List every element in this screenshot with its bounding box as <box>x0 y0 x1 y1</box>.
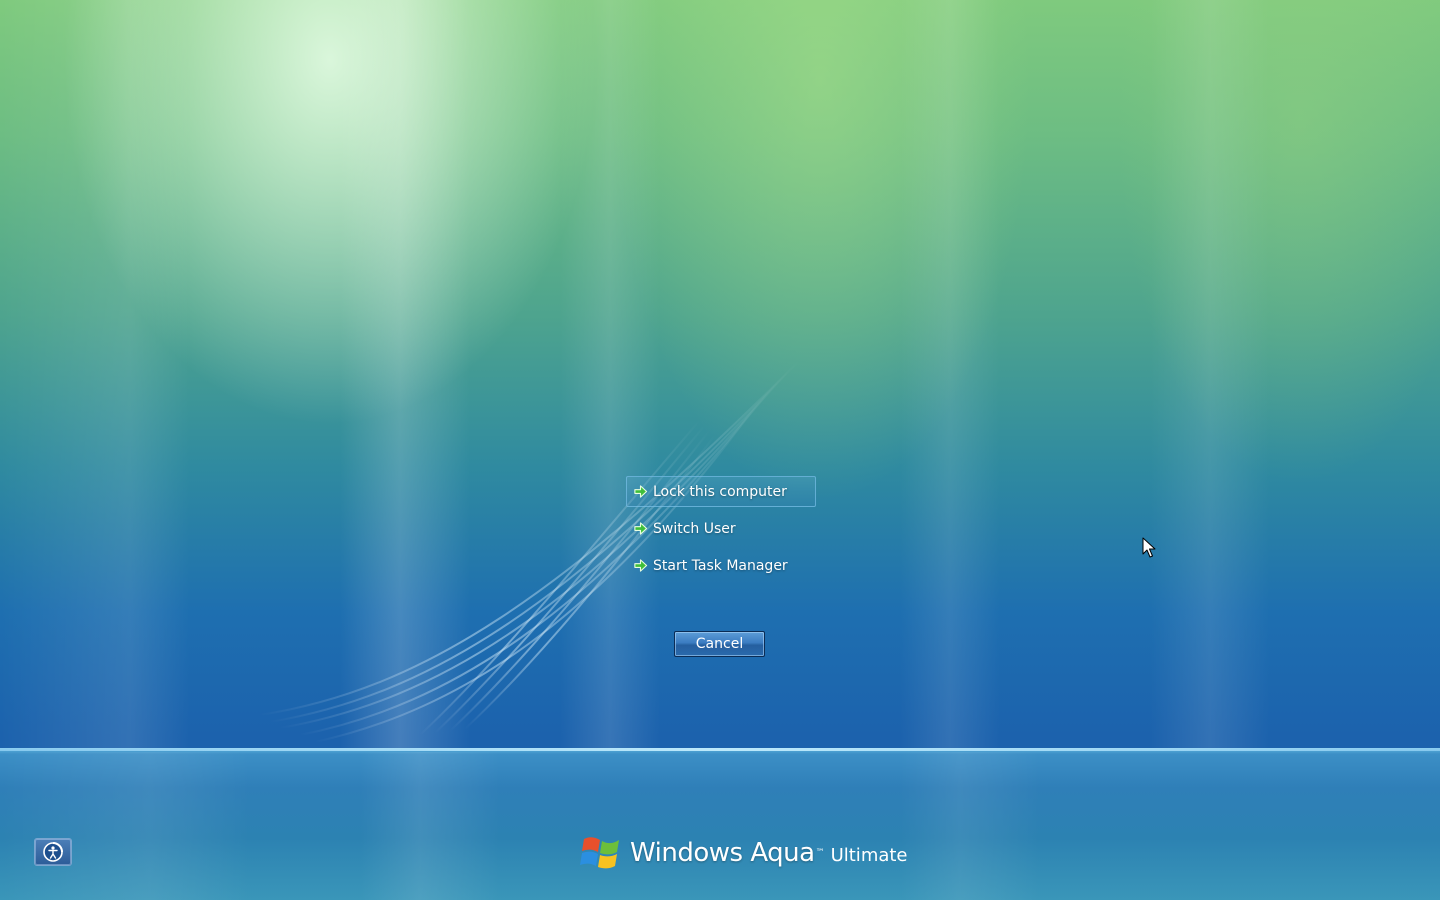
brand-name: Windows Aqua <box>630 838 815 868</box>
start-task-manager-option[interactable]: Start Task Manager <box>626 550 816 581</box>
security-options-menu: Lock this computer Switch User Start Tas… <box>626 476 816 587</box>
windows-branding: Windows Aqua ™ Ultimate <box>580 830 908 876</box>
start-task-manager-label: Start Task Manager <box>653 557 788 574</box>
windows-flag-icon <box>580 837 619 869</box>
floor-light-rays <box>0 752 1440 900</box>
cancel-button[interactable]: Cancel <box>674 631 765 657</box>
lock-computer-label: Lock this computer <box>653 483 787 500</box>
brand-trademark: ™ <box>815 848 825 858</box>
switch-user-option[interactable]: Switch User <box>626 513 816 544</box>
horizon-line <box>0 748 1440 751</box>
green-arrow-icon <box>634 485 648 498</box>
green-arrow-icon <box>634 559 648 572</box>
ease-of-access-icon <box>43 842 63 862</box>
ease-of-access-button[interactable] <box>34 838 72 866</box>
green-arrow-icon <box>634 522 648 535</box>
brand-edition: Ultimate <box>830 844 908 866</box>
lock-computer-option[interactable]: Lock this computer <box>626 476 816 507</box>
switch-user-label: Switch User <box>653 520 736 537</box>
mouse-cursor-icon <box>1142 537 1156 558</box>
